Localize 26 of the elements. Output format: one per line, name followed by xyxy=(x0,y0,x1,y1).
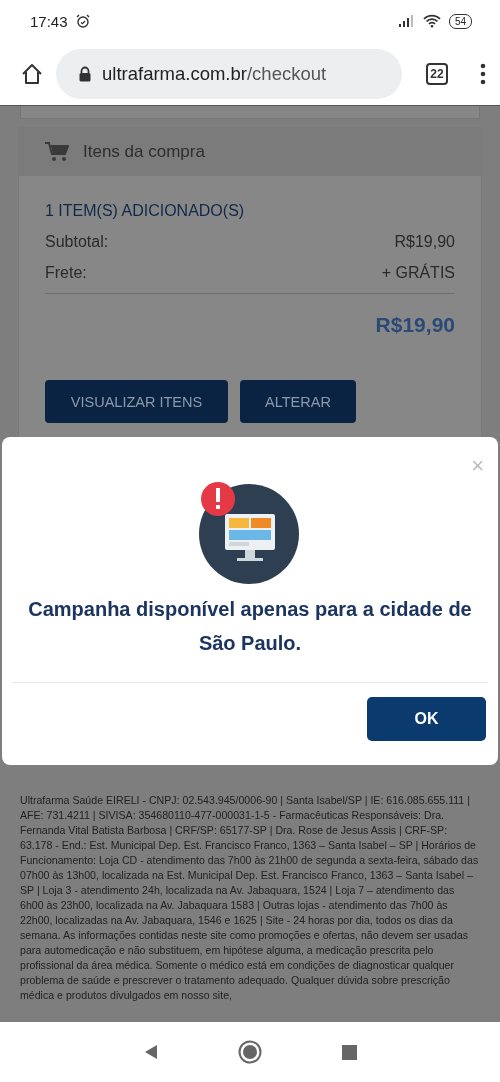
alarm-icon xyxy=(75,14,90,28)
change-button[interactable]: ALTERAR xyxy=(240,380,356,423)
back-button[interactable] xyxy=(143,1044,158,1060)
lock-icon xyxy=(78,65,92,82)
items-count: 1 ITEM(S) ADICIONADO(S) xyxy=(45,202,246,220)
wifi-icon xyxy=(422,14,441,28)
battery-indicator: 54 xyxy=(448,13,472,29)
line-value: R$19,90 xyxy=(394,232,455,252)
recents-button[interactable] xyxy=(341,1044,357,1060)
dialog-message: Campanha disponível apenas para a cidade de São Paulo. xyxy=(27,597,473,656)
cart-icon xyxy=(45,142,69,162)
tab-count-button[interactable]: 22 xyxy=(426,62,448,85)
line-label: Subtotal: xyxy=(45,232,109,252)
address-bar[interactable]: ultrafarma.com.br/checkout xyxy=(56,48,402,99)
total-price: R$19,90 xyxy=(375,313,455,338)
url-text: ultrafarma.com.br/checkout xyxy=(102,62,327,85)
ok-button[interactable]: OK xyxy=(367,697,486,741)
signal-icon xyxy=(398,15,415,27)
legal-text: Ultrafarma Saúde EIRELI - CNPJ: 02.543.945/0006-90 | Santa Isabel/SP | IE: 616.085.655.111 | AFE: 731.4211 | SIVISA: 354680110-477-000031-1-5 - Farmacêuticas Responsáveis: Dra. Fernanda Vital Batista Barbosa | CRF/SP: 65177-SP | Dra. Rose de Jesus Assis | CRF-SP: 63.178 - End.: Est. Municipal Dep. Est. Francisco Franco, 1363 – Santa Isabel – SP | Horários de Funcionamento: Loja CD - atendimento das 7h00 às 21h00 de segunda a sexta-feira, sábado das 07h00 às 13h00, localizada na Est. Municipal Dep. Est. Francisco Franco, 1363 – Santa Isabel – SP | Loja 3 - atendimento 24h, localizada na Av. Jabaquara, 1524 | Loja 7 – atendimento das 6h00 às 23h00, localizada na Av. Jabaquara 1583 | Outras lojas - atendimento das 7h00 às 22h00, localizadas na Av. Jabaquara, 1546 e 1625 | Site - 24 horas por dia, todos os dias da semana. As informações contidas neste site como promoções e ofertas, não devem ser usadas para automedicação e não substituem, em hipótese alguma, a medicação prescrita pelo profissional da área médica. Somente o médico está em condições de diagnosticar qualquer problema de saúde e prescrever o tratamento adequado. Qualquer dúvida sobre prescrição médica e produtos divulgados em nosso site, xyxy=(19,793,480,1003)
view-items-button[interactable]: VISUALIZAR ITENS xyxy=(45,380,228,423)
line-label: Frete: xyxy=(45,263,87,283)
clock-time: 17:43 xyxy=(30,12,68,30)
card-title: Itens da compra xyxy=(83,142,205,162)
more-options-icon[interactable] xyxy=(480,62,486,85)
line-value: + GRÁTIS xyxy=(381,262,455,283)
home-nav-button[interactable] xyxy=(237,1040,262,1064)
